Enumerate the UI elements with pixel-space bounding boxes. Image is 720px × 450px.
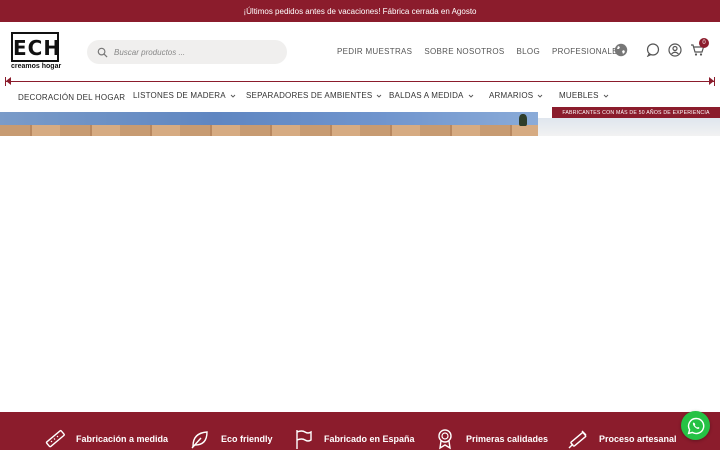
- promo-banner: FABRICANTES CON MÁS DE 50 AÑOS DE EXPERI…: [552, 107, 720, 118]
- chevron-down-icon: [468, 94, 473, 98]
- hero-tree: [519, 114, 527, 126]
- main-nav-armarios[interactable]: ARMARIOS: [489, 91, 543, 100]
- feature-fabricado-espana: Fabricado en España: [292, 428, 415, 450]
- feature-primeras-calidades: Primeras calidades: [434, 428, 548, 450]
- hero-wood-fence: [0, 125, 538, 136]
- feature-label: Primeras calidades: [466, 434, 549, 444]
- header-icons: 0: [613, 38, 709, 58]
- search-icon: [97, 47, 108, 58]
- feature-fabricacion-medida: Fabricación a medida: [44, 428, 168, 450]
- chat-icon[interactable]: [645, 42, 661, 58]
- search-input[interactable]: [114, 47, 284, 57]
- nav-link-blog[interactable]: BLOG: [517, 47, 540, 56]
- feature-label: Eco friendly: [221, 434, 273, 444]
- hero-image: [0, 112, 538, 136]
- user-icon[interactable]: [667, 42, 683, 58]
- chevron-down-icon: [230, 94, 236, 98]
- main-nav-muebles[interactable]: MUEBLES: [559, 91, 609, 100]
- feature-label: Proceso artesanal: [599, 434, 677, 444]
- feature-eco-friendly: Eco friendly: [189, 428, 273, 450]
- logo-letters: ECH: [13, 36, 62, 60]
- header-nav: PEDIR MUESTRAS SOBRE NOSOTROS BLOG PROFE…: [337, 47, 623, 56]
- whatsapp-button[interactable]: [681, 411, 710, 440]
- main-nav-baldas[interactable]: BALDAS A MEDIDA: [389, 91, 474, 100]
- hero-image-secondary: [538, 118, 720, 136]
- hero-sky: [0, 112, 538, 125]
- site-header: ECH creamos hogar PEDIR MUESTRAS SOBRE N…: [0, 22, 720, 82]
- main-nav-label: ARMARIOS: [489, 91, 534, 100]
- feature-proceso-artesanal: Proceso artesanal: [567, 428, 677, 450]
- main-nav-separadores[interactable]: SEPARADORES DE AMBIENTES: [246, 91, 382, 100]
- announcement-text: ¡Últimos pedidos antes de vacaciones! Fá…: [243, 6, 477, 16]
- feature-label: Fabricado en España: [324, 434, 415, 444]
- features-bar: Fabricación a medida Eco friendly Fabric…: [0, 412, 720, 450]
- nav-divider: [5, 77, 715, 86]
- award-icon: [438, 429, 452, 450]
- cart-count-badge: 0: [699, 38, 709, 48]
- chevron-down-icon: [603, 94, 608, 98]
- chevron-down-icon: [537, 94, 543, 98]
- main-nav-listones[interactable]: LISTONES DE MADERA: [133, 91, 236, 100]
- ruler-icon: [45, 429, 65, 448]
- whatsapp-icon: [687, 417, 704, 434]
- chevron-down-icon: [377, 94, 382, 98]
- tools-icon: [568, 430, 587, 449]
- flag-icon: [296, 430, 312, 449]
- nav-link-pedir-muestras[interactable]: PEDIR MUESTRAS: [337, 47, 412, 56]
- main-nav-label: LISTONES DE MADERA: [133, 91, 226, 100]
- main-nav-decoracion[interactable]: DECORACIÓN DEL HOGAR: [18, 93, 125, 102]
- promo-text: FABRICANTES CON MÁS DE 50 AÑOS DE EXPERI…: [562, 109, 710, 116]
- main-nav: DECORACIÓN DEL HOGAR LISTONES DE MADERA …: [0, 86, 720, 108]
- feature-label: Fabricación a medida: [76, 434, 169, 444]
- leaf-icon: [191, 431, 208, 449]
- announcement-bar: ¡Últimos pedidos antes de vacaciones! Fá…: [0, 0, 720, 22]
- main-nav-label: BALDAS A MEDIDA: [389, 91, 464, 100]
- globe-icon[interactable]: [613, 42, 629, 58]
- main-nav-label: SEPARADORES DE AMBIENTES: [246, 91, 373, 100]
- nav-link-sobre-nosotros[interactable]: SOBRE NOSOTROS: [424, 47, 504, 56]
- site-logo[interactable]: ECH creamos hogar: [11, 32, 61, 72]
- main-nav-label: MUEBLES: [559, 91, 599, 100]
- main-nav-label: DECORACIÓN DEL HOGAR: [18, 93, 126, 102]
- scroll-right-arrow-icon[interactable]: [709, 77, 714, 85]
- logo-tagline: creamos hogar: [11, 63, 62, 70]
- scroll-left-arrow-icon[interactable]: [6, 77, 11, 85]
- search-bar[interactable]: [87, 40, 287, 64]
